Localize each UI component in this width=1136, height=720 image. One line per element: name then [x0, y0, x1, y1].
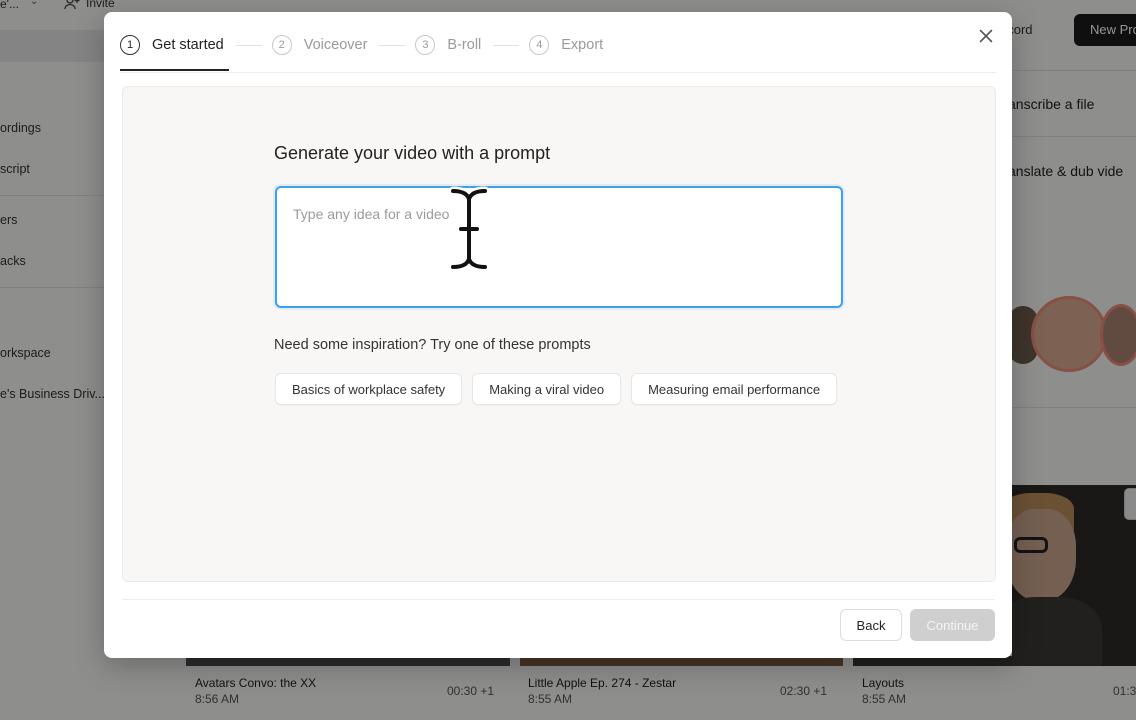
step-label: B-roll — [447, 37, 482, 53]
back-button[interactable]: Back — [840, 609, 902, 641]
inspiration-label: Need some inspiration? Try one of these … — [274, 337, 591, 353]
footer-divider — [122, 599, 994, 600]
create-video-modal: 1 Get started 2 Voiceover 3 B-roll 4 Exp… — [104, 12, 1012, 658]
step-label: Get started — [152, 37, 224, 53]
close-button[interactable] — [976, 26, 996, 46]
stepper: 1 Get started 2 Voiceover 3 B-roll 4 Exp… — [120, 32, 603, 72]
suggestion-chip-workplace-safety[interactable]: Basics of workplace safety — [275, 373, 463, 405]
suggestion-chip-viral-video[interactable]: Making a viral video — [472, 373, 622, 405]
suggestion-list: Basics of workplace safety Making a vira… — [275, 373, 838, 405]
step-number: 3 — [415, 35, 436, 55]
step-b-roll[interactable]: 3 B-roll — [415, 32, 481, 58]
step-number: 2 — [271, 35, 292, 55]
step-number: 1 — [120, 35, 140, 55]
page-title: Generate your video with a prompt — [274, 143, 551, 163]
suggestion-chip-email-performance[interactable]: Measuring email performance — [631, 373, 838, 405]
step-label: Voiceover — [303, 37, 368, 53]
step-voiceover[interactable]: 2 Voiceover — [271, 32, 368, 58]
step-connector — [379, 45, 406, 46]
prompt-input[interactable] — [275, 186, 843, 308]
continue-button[interactable]: Continue — [910, 609, 995, 641]
step-get-started[interactable]: 1 Get started — [120, 32, 229, 71]
step-number: 4 — [529, 35, 550, 55]
prompt-panel: Generate your video with a prompt Need s… — [122, 86, 996, 582]
close-icon — [979, 29, 993, 43]
step-export[interactable]: 4 Export — [529, 32, 603, 58]
step-connector — [235, 45, 262, 46]
header-divider — [120, 72, 996, 73]
step-label: Export — [561, 37, 604, 53]
step-connector — [493, 45, 520, 46]
